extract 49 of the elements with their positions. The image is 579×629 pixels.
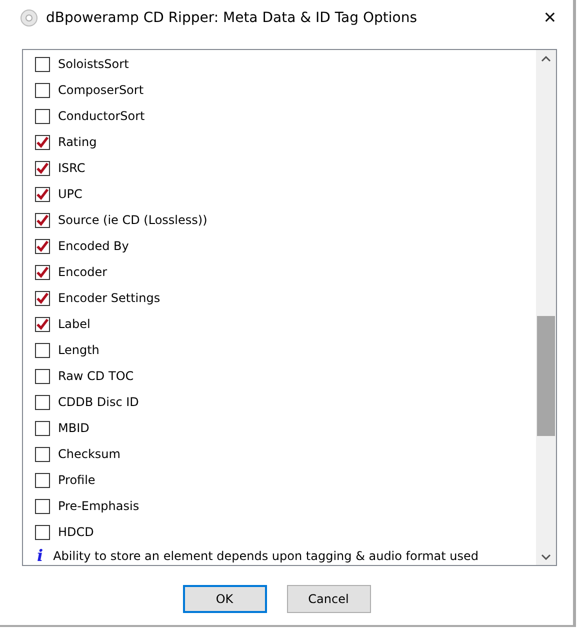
close-button[interactable]: ✕: [527, 0, 573, 36]
tag-label: Rating: [58, 134, 97, 151]
checkbox[interactable]: [35, 56, 50, 72]
checkbox[interactable]: [35, 290, 50, 306]
dialog-button[interactable]: Cancel: [286, 585, 370, 613]
checkbox[interactable]: [35, 264, 50, 280]
tag-label: Raw CD TOC: [58, 368, 134, 385]
tag-label: SoloistsSort: [58, 56, 129, 73]
tag-label: Checksum: [58, 446, 120, 463]
checkbox[interactable]: [35, 316, 50, 332]
tag-label: HDCD: [58, 524, 94, 541]
tag-label: Encoder: [58, 264, 108, 281]
checkbox[interactable]: [35, 108, 50, 124]
tag-label: ConductorSort: [58, 108, 145, 125]
info-icon: i: [37, 544, 44, 568]
tag-label: ISRC: [58, 160, 86, 177]
scroll-up-icon[interactable]: [541, 56, 551, 62]
app-icon: [20, 9, 38, 27]
info-text: Ability to store an element depends upon tagging & audio format used: [53, 548, 479, 564]
tag-label: Source (ie CD (Lossless)): [58, 212, 208, 229]
scroll-thumb[interactable]: [537, 316, 555, 436]
tag-label: Label: [58, 316, 90, 333]
dialog-button[interactable]: OK: [182, 585, 266, 613]
tag-label: CDDB Disc ID: [58, 394, 139, 411]
tag-label: ComposerSort: [58, 82, 144, 99]
tag-label: Encoded By: [58, 238, 129, 255]
scroll-down-icon[interactable]: [541, 554, 551, 560]
tag-label: Encoder Settings: [58, 290, 160, 307]
window-title: dBpoweramp CD Ripper: Meta Data & ID Tag Options: [46, 8, 417, 28]
checkbox[interactable]: [35, 368, 50, 384]
checkbox[interactable]: [35, 420, 50, 436]
checkbox[interactable]: [35, 394, 50, 410]
checkbox[interactable]: [35, 446, 50, 462]
checkbox[interactable]: [35, 238, 50, 254]
checkbox[interactable]: [35, 212, 50, 228]
tag-label: Pre-Emphasis: [58, 498, 140, 515]
tag-label: MBID: [58, 420, 90, 437]
tag-label: Profile: [58, 472, 96, 489]
tag-label: UPC: [58, 186, 82, 203]
checkbox[interactable]: [35, 186, 50, 202]
tag-label: Length: [58, 342, 100, 359]
checkbox[interactable]: [35, 82, 50, 98]
checkbox[interactable]: [35, 524, 50, 540]
checkbox[interactable]: [35, 160, 50, 176]
checkbox[interactable]: [35, 342, 50, 358]
checkbox[interactable]: [35, 134, 50, 150]
checkbox[interactable]: [35, 498, 50, 514]
scrollbar[interactable]: [536, 50, 556, 565]
checkbox[interactable]: [35, 472, 50, 488]
